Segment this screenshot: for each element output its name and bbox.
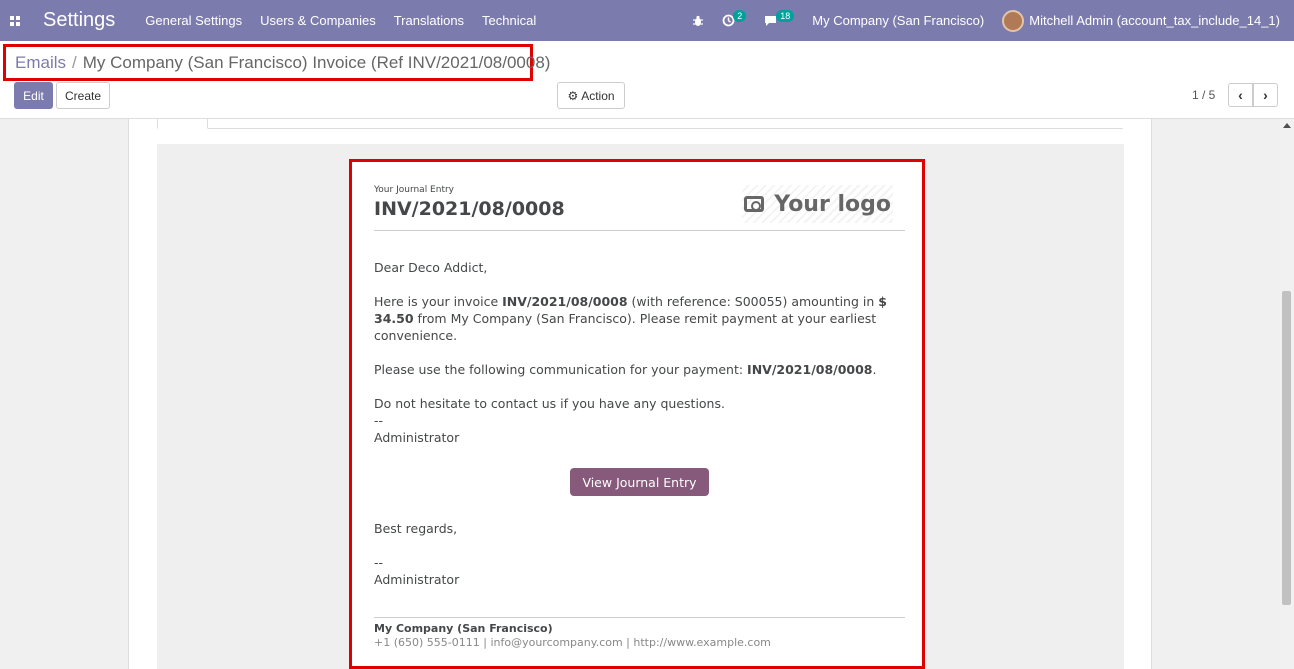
activity-count-badge: 2 bbox=[733, 9, 747, 22]
company-logo: Your logo bbox=[742, 185, 893, 223]
email-preview: Your Journal Entry INV/2021/08/0008 Your… bbox=[349, 159, 925, 669]
user-name: Mitchell Admin (account_tax_include_14_1… bbox=[1029, 13, 1280, 28]
navbar-systray: 2 18 My Company (San Francisco) Mitchell… bbox=[674, 0, 1280, 41]
main-menu: General Settings Users & Companies Trans… bbox=[145, 13, 536, 28]
view-journal-entry-button[interactable]: View Journal Entry bbox=[570, 468, 709, 496]
payment-reference: INV/2021/08/0008 bbox=[747, 362, 873, 377]
pager-value[interactable]: 1 / 5 bbox=[1192, 88, 1215, 102]
signature-dash: -- bbox=[374, 413, 384, 428]
footer-company: My Company (San Francisco) bbox=[374, 622, 553, 635]
email-paragraph-contact: Do not hesitate to contact us if you hav… bbox=[374, 396, 725, 411]
menu-general-settings[interactable]: General Settings bbox=[145, 13, 242, 28]
email-greeting: Dear Deco Addict, bbox=[374, 260, 488, 275]
para1-text-2: (with reference: S00055) amounting in bbox=[627, 294, 879, 309]
scroll-up-arrow-icon[interactable] bbox=[1283, 123, 1291, 128]
apps-menu-icon[interactable] bbox=[0, 0, 30, 41]
chevron-right-icon: › bbox=[1263, 87, 1268, 103]
email-paragraph-communication: Please use the following communication f… bbox=[374, 361, 905, 378]
invoice-number: INV/2021/08/0008 bbox=[502, 294, 628, 309]
debug-icon[interactable] bbox=[692, 15, 704, 27]
email-paragraph-invoice: Here is your invoice INV/2021/08/0008 (w… bbox=[374, 293, 905, 344]
email-closing: Best regards, -- Administrator bbox=[374, 520, 459, 588]
breadcrumb-current: My Company (San Francisco) Invoice (Ref … bbox=[82, 52, 551, 72]
edit-button[interactable]: Edit bbox=[14, 82, 53, 109]
user-menu[interactable]: Mitchell Admin (account_tax_include_14_1… bbox=[1002, 9, 1280, 32]
para1-text-3: from My Company (San Francisco). Please … bbox=[374, 311, 877, 343]
logo-text: Your logo bbox=[774, 191, 891, 217]
app-name[interactable]: Settings bbox=[43, 9, 115, 32]
menu-technical[interactable]: Technical bbox=[482, 13, 536, 28]
activity-clock-icon[interactable]: 2 bbox=[722, 9, 747, 27]
action-button[interactable]: ⚙ Action bbox=[557, 82, 625, 109]
action-label: Action bbox=[581, 88, 615, 103]
pager-previous-button[interactable]: ‹ bbox=[1228, 83, 1253, 107]
message-count-badge: 18 bbox=[776, 9, 795, 22]
control-panel: Emails / My Company (San Francisco) Invo… bbox=[0, 41, 1294, 119]
avatar bbox=[1002, 9, 1025, 32]
form-content: Your Journal Entry INV/2021/08/0008 Your… bbox=[0, 119, 1280, 669]
chevron-left-icon: ‹ bbox=[1238, 87, 1243, 103]
para2-period: . bbox=[872, 362, 877, 377]
breadcrumb-separator: / bbox=[72, 52, 77, 72]
email-footer: My Company (San Francisco) +1 (650) 555-… bbox=[374, 617, 905, 650]
signature2-name: Administrator bbox=[374, 572, 460, 587]
tab-body[interactable] bbox=[157, 119, 208, 129]
pager-next-button[interactable]: › bbox=[1253, 83, 1278, 107]
company-switcher[interactable]: My Company (San Francisco) bbox=[812, 13, 984, 28]
notebook-tabs bbox=[157, 119, 1123, 129]
signature-name: Administrator bbox=[374, 430, 460, 445]
breadcrumb: Emails / My Company (San Francisco) Invo… bbox=[3, 44, 550, 81]
para2-text: Please use the following communication f… bbox=[374, 362, 748, 377]
create-button[interactable]: Create bbox=[56, 82, 110, 109]
messages-chat-icon[interactable]: 18 bbox=[764, 9, 795, 27]
email-header: Your Journal Entry INV/2021/08/0008 Your… bbox=[374, 185, 905, 231]
camera-icon bbox=[744, 196, 765, 212]
footer-contact: +1 (650) 555-0111 | info@yourcompany.com… bbox=[374, 636, 771, 649]
regards-text: Best regards, bbox=[374, 521, 458, 536]
menu-users-companies[interactable]: Users & Companies bbox=[260, 13, 376, 28]
top-navbar: Settings General Settings Users & Compan… bbox=[0, 0, 1294, 41]
menu-translations[interactable]: Translations bbox=[394, 13, 464, 28]
signature2-dash: -- bbox=[374, 555, 384, 570]
email-body: Dear Deco Addict, Here is your invoice I… bbox=[374, 259, 905, 446]
vertical-scrollbar[interactable] bbox=[1280, 119, 1294, 669]
para1-text: Here is your invoice bbox=[374, 294, 503, 309]
breadcrumb-emails-link[interactable]: Emails bbox=[15, 53, 66, 73]
scroll-thumb[interactable] bbox=[1282, 291, 1291, 605]
gear-icon: ⚙ bbox=[567, 88, 579, 103]
